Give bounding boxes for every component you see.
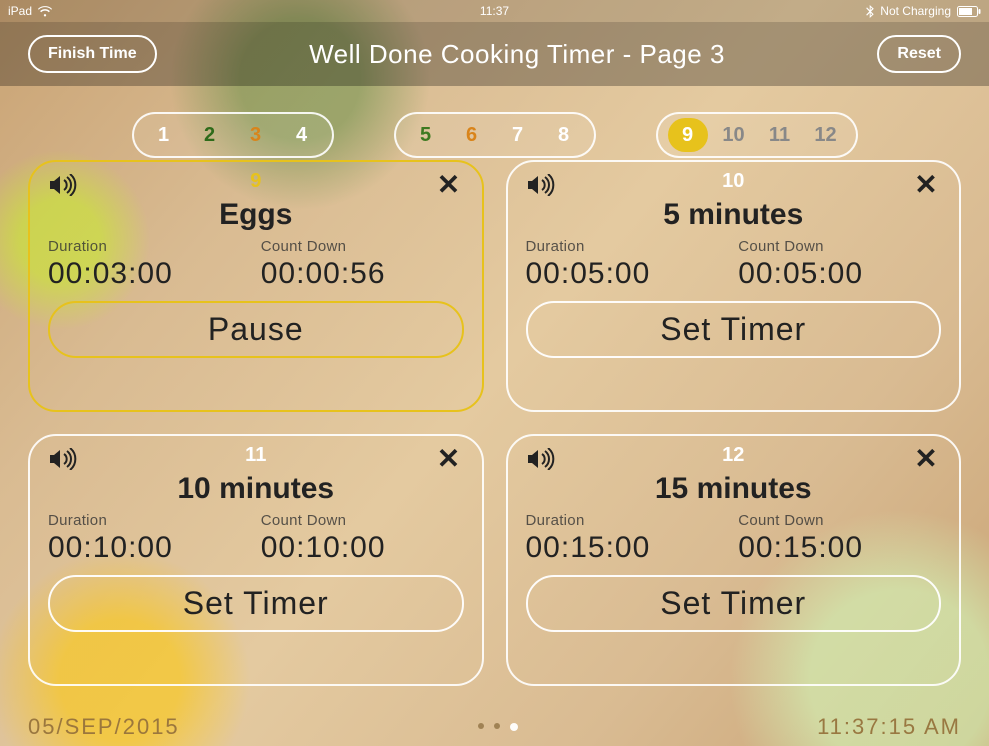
duration-value: 00:05:00 [526, 257, 729, 291]
duration-label: Duration [526, 512, 729, 529]
pager-item-3[interactable]: 3 [236, 118, 276, 152]
finish-time-button[interactable]: Finish Time [28, 35, 157, 73]
status-time: 11:37 [480, 4, 509, 18]
timer-action-button[interactable]: Set Timer [526, 301, 942, 358]
pager-group-3: 9101112 [656, 112, 858, 158]
status-bar: iPad 11:37 Not Charging [0, 0, 989, 22]
page-dot[interactable] [478, 723, 484, 729]
timer-card-9: ✕ 9 Eggs Duration 00:03:00 Count Down 00:00:56… [28, 160, 484, 412]
pager-item-2[interactable]: 2 [190, 118, 230, 152]
pager-item-11[interactable]: 11 [760, 118, 800, 152]
close-icon[interactable]: ✕ [434, 172, 464, 198]
countdown-label: Count Down [261, 238, 464, 255]
pager-group-2: 5678 [394, 112, 596, 158]
header-bar: Finish Time Well Done Cooking Timer - Pa… [0, 22, 989, 86]
duration-label: Duration [48, 512, 251, 529]
timer-card-name: 10 minutes [48, 472, 464, 506]
footer-date: 05/SEP/2015 [28, 714, 180, 740]
status-charge: Not Charging [880, 4, 951, 18]
status-carrier: iPad [8, 4, 32, 18]
pager-item-7[interactable]: 7 [498, 118, 538, 152]
reset-button[interactable]: Reset [877, 35, 961, 73]
timer-action-button[interactable]: Set Timer [526, 575, 942, 632]
countdown-value: 00:05:00 [738, 257, 941, 291]
close-icon[interactable]: ✕ [434, 446, 464, 472]
pager-group-1: 1234 [132, 112, 334, 158]
timer-card-number: 12 [722, 444, 744, 467]
close-icon[interactable]: ✕ [911, 172, 941, 198]
countdown-value: 00:15:00 [738, 531, 941, 565]
footer: 05/SEP/2015 11:37:15 AM [28, 714, 961, 740]
pager-item-5[interactable]: 5 [406, 118, 446, 152]
timer-cards-grid: ✕ 9 Eggs Duration 00:03:00 Count Down 00:00:56… [28, 160, 961, 686]
close-icon[interactable]: ✕ [911, 446, 941, 472]
timer-card-11: ✕ 11 10 minutes Duration 00:10:00 Count Down 0… [28, 434, 484, 686]
countdown-value: 00:00:56 [261, 257, 464, 291]
app-title: Well Done Cooking Timer - Page 3 [309, 39, 725, 70]
timer-card-name: Eggs [48, 198, 464, 232]
pager-item-9[interactable]: 9 [668, 118, 708, 152]
speaker-icon[interactable] [526, 446, 556, 472]
pager-item-10[interactable]: 10 [714, 118, 754, 152]
pager-item-8[interactable]: 8 [544, 118, 584, 152]
timer-action-button[interactable]: Set Timer [48, 575, 464, 632]
duration-value: 00:03:00 [48, 257, 251, 291]
timer-card-number: 9 [250, 170, 261, 193]
speaker-icon[interactable] [48, 446, 78, 472]
timer-card-number: 10 [722, 170, 744, 193]
bluetooth-icon [866, 5, 874, 18]
page-dot[interactable] [494, 723, 500, 729]
timer-action-button[interactable]: Pause [48, 301, 464, 358]
wifi-icon [38, 6, 52, 17]
pager-item-6[interactable]: 6 [452, 118, 492, 152]
battery-icon [957, 6, 981, 17]
page-dot-active[interactable] [510, 723, 518, 731]
pager-item-12[interactable]: 12 [806, 118, 846, 152]
countdown-label: Count Down [738, 238, 941, 255]
footer-time: 11:37:15 AM [817, 714, 961, 740]
duration-label: Duration [48, 238, 251, 255]
countdown-value: 00:10:00 [261, 531, 464, 565]
countdown-label: Count Down [261, 512, 464, 529]
countdown-label: Count Down [738, 512, 941, 529]
speaker-icon[interactable] [526, 172, 556, 198]
timer-card-12: ✕ 12 15 minutes Duration 00:15:00 Count Down 0… [506, 434, 962, 686]
duration-value: 00:10:00 [48, 531, 251, 565]
pager-item-4[interactable]: 4 [282, 118, 322, 152]
timer-card-10: ✕ 10 5 minutes Duration 00:05:00 Count Down 00… [506, 160, 962, 412]
timer-card-name: 15 minutes [526, 472, 942, 506]
duration-value: 00:15:00 [526, 531, 729, 565]
timer-card-name: 5 minutes [526, 198, 942, 232]
pager-item-1[interactable]: 1 [144, 118, 184, 152]
duration-label: Duration [526, 238, 729, 255]
timer-card-number: 11 [245, 444, 266, 467]
speaker-icon[interactable] [48, 172, 78, 198]
page-dots [478, 723, 518, 731]
